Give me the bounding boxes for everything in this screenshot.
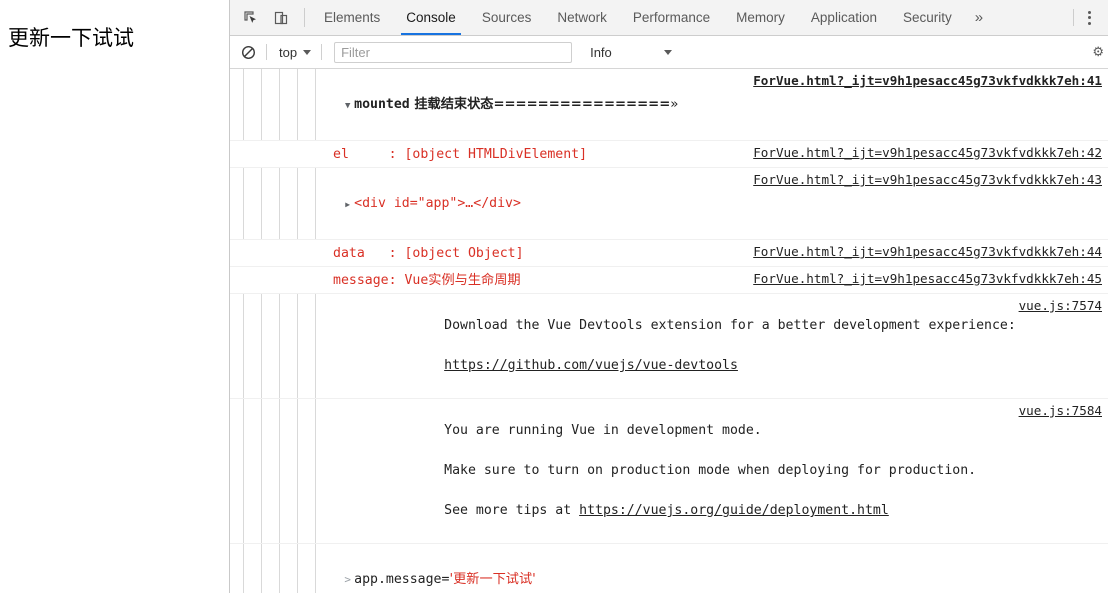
message-text: Download the Vue Devtools extension for …	[444, 318, 1016, 333]
message-text: message: Vue实例与生命周期	[333, 273, 521, 288]
source-link[interactable]: ForVue.html?_ijt=v9h1pesacc45g73vkfvdkkk…	[753, 170, 1108, 190]
message-text: el : [object HTMLDivElement]	[333, 147, 588, 162]
console-message[interactable]: data : [object Object] ForVue.html?_ijt=…	[230, 240, 1108, 267]
inspect-element-icon[interactable]	[236, 0, 266, 35]
tab-label: Security	[902, 10, 952, 25]
group-text: 挂载结束状态================	[409, 97, 671, 112]
chevron-down-icon	[303, 49, 312, 55]
filterbar-divider-2	[321, 44, 323, 60]
tab-network[interactable]: Network	[544, 0, 620, 35]
message-line-2: Make sure to turn on production mode whe…	[444, 463, 977, 478]
source-link[interactable]: ForVue.html?_ijt=v9h1pesacc45g73vkfvdkkk…	[753, 71, 1108, 91]
tab-elements[interactable]: Elements	[311, 0, 393, 35]
expand-node-icon[interactable]: ▶	[341, 195, 354, 215]
deployment-guide-link[interactable]: https://vuejs.org/guide/deployment.html	[579, 503, 889, 518]
source-link[interactable]: vue.js:7584	[1019, 401, 1108, 421]
source-link[interactable]: vue.js:7574	[1019, 296, 1108, 316]
console-message-list[interactable]: ▼ mounted 挂载结束状态================» ForVue.…	[230, 69, 1108, 593]
console-filterbar: top Info ⚙	[230, 36, 1108, 69]
message-body: el : [object HTMLDivElement]	[230, 143, 753, 165]
console-message[interactable]: message: Vue实例与生命周期 ForVue.html?_ijt=v9h…	[230, 267, 1108, 294]
group-overflow-icon[interactable]: »	[670, 97, 678, 112]
tab-console[interactable]: Console	[393, 0, 469, 35]
tab-label: Memory	[736, 10, 785, 25]
message-body: data : [object Object]	[230, 242, 753, 264]
device-toolbar-icon[interactable]	[266, 0, 296, 35]
tab-label: Application	[810, 10, 877, 25]
console-message[interactable]: ▶ <div id="app">…</div> ForVue.html?_ijt=…	[230, 168, 1108, 240]
message-line-3: See more tips at	[444, 503, 580, 518]
input-value: '更新一下试试'	[449, 572, 536, 587]
source-link[interactable]: ForVue.html?_ijt=v9h1pesacc45g73vkfvdkkk…	[753, 269, 1108, 289]
console-message[interactable]: el : [object HTMLDivElement] ForVue.html…	[230, 141, 1108, 168]
source-link[interactable]: ForVue.html?_ijt=v9h1pesacc45g73vkfvdkkk…	[753, 143, 1108, 163]
settings-gear-icon[interactable]: ⚙	[1092, 44, 1104, 60]
console-input-echo[interactable]: > app.message='更新一下试试'	[230, 544, 1108, 593]
message-body: ▼ mounted 挂载结束状态================»	[230, 71, 753, 138]
clear-console-icon[interactable]	[230, 45, 266, 60]
tab-security[interactable]: Security	[890, 0, 965, 35]
more-tabs-label: »	[974, 9, 984, 26]
tab-label: Performance	[632, 10, 711, 25]
message-body: > app.message='更新一下试试'	[230, 546, 1108, 593]
message-body: ▶ <div id="app">…</div>	[230, 170, 753, 237]
group-label: mounted	[354, 97, 410, 112]
tabbar-edge	[1102, 0, 1108, 35]
log-level-select[interactable]: Info	[572, 45, 682, 60]
tab-sources[interactable]: Sources	[469, 0, 545, 35]
filterbar-right: ⚙	[1092, 44, 1108, 60]
toolbar-divider	[304, 8, 305, 27]
log-level-label: Info	[590, 44, 612, 60]
message-body: Download the Vue Devtools extension for …	[230, 296, 1019, 396]
toolbar-divider-2	[1073, 9, 1074, 26]
devtools-tabbar: Elements Console Sources Network Perform…	[230, 0, 1108, 36]
message-text: data : [object Object]	[333, 246, 524, 261]
source-link[interactable]: ForVue.html?_ijt=v9h1pesacc45g73vkfvdkkk…	[753, 242, 1108, 262]
execution-context-select[interactable]: top	[267, 45, 321, 60]
message-text: <div id="app">…</div>	[354, 196, 521, 211]
message-body: You are running Vue in development mode.…	[230, 401, 1019, 541]
more-tabs-icon[interactable]: »	[965, 0, 993, 35]
message-line-1: You are running Vue in development mode.	[444, 423, 762, 438]
tab-label: Sources	[481, 10, 532, 25]
input-prompt-icon: >	[344, 573, 351, 586]
console-group-header[interactable]: ▼ mounted 挂载结束状态================» ForVue.…	[230, 69, 1108, 141]
tab-memory[interactable]: Memory	[723, 0, 798, 35]
page-heading: 更新一下试试	[8, 26, 134, 50]
console-message[interactable]: Download the Vue Devtools extension for …	[230, 294, 1108, 399]
tab-label: Network	[557, 10, 607, 25]
tab-performance[interactable]: Performance	[620, 0, 723, 35]
page-content-pane: 更新一下试试	[0, 0, 230, 593]
filter-input[interactable]	[334, 41, 573, 63]
devtools-link[interactable]: https://github.com/vuejs/vue-devtools	[444, 358, 738, 373]
browser-viewport: 更新一下试试 Elements Console Sources Network …	[0, 0, 1108, 593]
devtools-tabs: Elements Console Sources Network Perform…	[311, 0, 1071, 35]
tab-application[interactable]: Application	[798, 0, 890, 35]
message-body: message: Vue实例与生命周期	[230, 269, 753, 291]
devtools-panel: Elements Console Sources Network Perform…	[230, 0, 1108, 593]
input-expression: app.message=	[354, 572, 450, 587]
execution-context-label: top	[279, 44, 298, 60]
console-message[interactable]: You are running Vue in development mode.…	[230, 399, 1108, 544]
tab-label: Elements	[324, 10, 381, 25]
kebab-menu-icon[interactable]	[1076, 0, 1102, 35]
tab-label: Console	[406, 10, 456, 25]
chevron-down-icon	[663, 49, 672, 55]
group-expand-icon[interactable]: ▼	[341, 96, 354, 116]
